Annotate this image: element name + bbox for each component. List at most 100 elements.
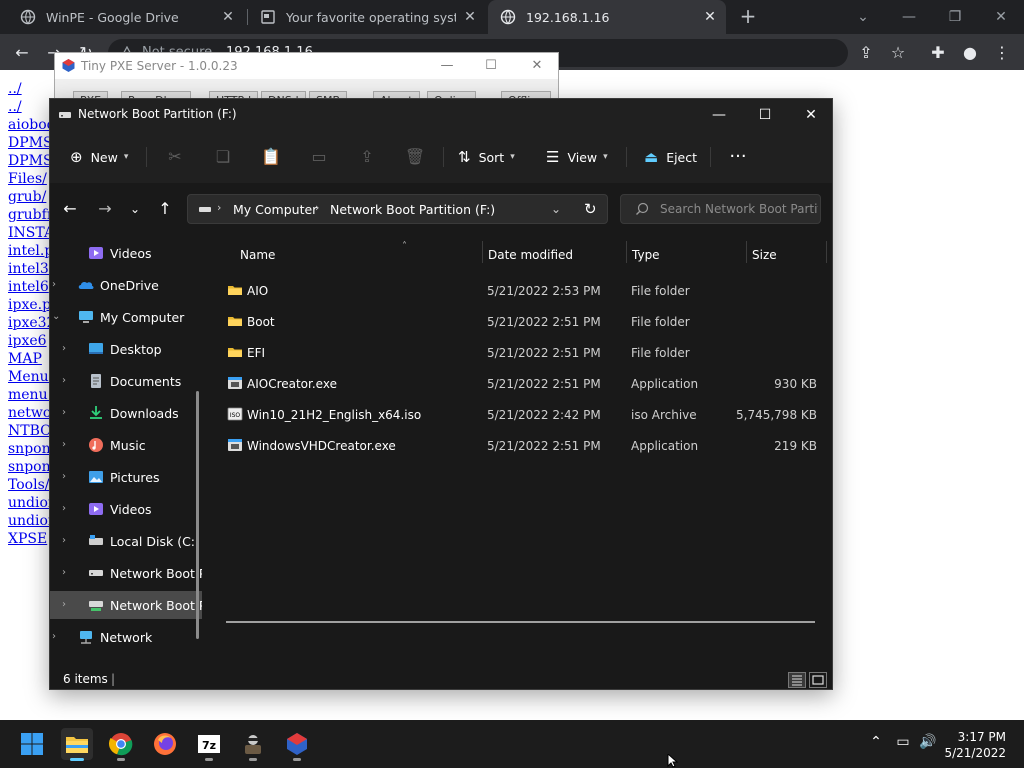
eject-button[interactable]: ⏏ Eject <box>644 145 697 169</box>
horizontal-scrollbar[interactable] <box>226 621 815 623</box>
breadcrumb-my-computer[interactable]: My Computer <box>233 202 317 217</box>
close-tab-icon[interactable]: ✕ <box>702 9 718 25</box>
delete-icon[interactable]: 🗑 <box>403 145 427 169</box>
sidebar-item-network-boot-partition-f[interactable]: › Network Boot Partition (F:) <box>50 591 202 619</box>
bookmark-star-icon[interactable]: ☆ <box>886 41 910 65</box>
up-icon[interactable]: ↑ <box>153 197 177 221</box>
chevron-right-icon[interactable]: › <box>62 375 66 386</box>
details-view-icon[interactable] <box>788 672 806 688</box>
start-icon[interactable] <box>16 728 48 760</box>
sidebar-item-downloads[interactable]: › Downloads <box>50 399 202 427</box>
column-header-date[interactable]: Date modified <box>488 243 573 267</box>
listing-link[interactable]: ../ <box>8 99 22 115</box>
tinypxe-icon[interactable] <box>281 728 313 761</box>
file-row[interactable]: AIO 5/21/2022 2:53 PM File folder <box>224 275 824 306</box>
maximize-icon[interactable]: ☐ <box>481 56 501 76</box>
aiocreator-icon[interactable] <box>237 728 269 761</box>
more-options-icon[interactable]: ··· <box>726 145 750 169</box>
column-header-type[interactable]: Type <box>632 243 660 267</box>
minimize-icon[interactable]: — <box>706 103 732 127</box>
column-divider[interactable] <box>826 241 827 263</box>
chevron-down-icon[interactable]: ⌄ <box>551 202 561 216</box>
chevron-right-icon[interactable]: › <box>62 343 66 354</box>
file-row[interactable]: AIOCreator.exe 5/21/2022 2:51 PM Applicati… <box>224 368 824 399</box>
chevron-right-icon[interactable]: › <box>52 631 56 642</box>
listing-link[interactable]: Tools/ <box>8 477 50 493</box>
sidebar-item-onedrive[interactable]: › OneDrive <box>50 271 202 299</box>
column-divider[interactable] <box>482 241 483 263</box>
listing-link[interactable]: snpon <box>8 459 51 475</box>
listing-link[interactable]: MAP <box>8 351 42 367</box>
extensions-icon[interactable]: ✚ <box>926 41 950 65</box>
chevron-right-icon[interactable]: › <box>52 279 56 290</box>
7zip-icon[interactable]: 7z <box>193 728 225 761</box>
listing-link[interactable]: grub/ <box>8 189 46 205</box>
listing-link[interactable]: NTBO <box>8 423 52 439</box>
recent-locations-icon[interactable]: ⌄ <box>123 197 147 221</box>
listing-link[interactable]: ipxe.p <box>8 297 51 313</box>
maximize-icon[interactable]: ☐ <box>752 103 778 127</box>
minimize-icon[interactable]: — <box>437 56 457 76</box>
refresh-icon[interactable]: ↻ <box>584 200 597 218</box>
tab-192-168-1-16[interactable]: 192.168.1.16 ✕ <box>488 0 726 34</box>
close-tab-icon[interactable]: ✕ <box>462 9 478 25</box>
sidebar-item-network[interactable]: › Network <box>50 623 202 651</box>
listing-link[interactable]: DPMS <box>8 135 53 151</box>
sidebar-item-local-disk-c[interactable]: › Local Disk (C:) <box>50 527 202 555</box>
listing-link[interactable]: Files/ <box>8 171 47 187</box>
close-icon[interactable]: ✕ <box>527 56 547 76</box>
menu-icon[interactable]: ⋮ <box>990 41 1014 65</box>
paste-icon[interactable]: 📋 <box>259 145 283 169</box>
chrome-icon[interactable] <box>105 728 137 761</box>
column-header-size[interactable]: Size <box>752 243 777 267</box>
new-button[interactable]: ⊕ New ▾ <box>70 145 128 169</box>
tab-search-icon[interactable]: ⌄ <box>852 6 874 28</box>
show-hidden-icons-icon[interactable]: ⌃ <box>866 734 886 750</box>
listing-link[interactable]: snpon <box>8 441 51 457</box>
listing-link[interactable]: grubfr <box>8 207 54 223</box>
clock[interactable]: 3:17 PM 5/21/2022 <box>944 729 1006 761</box>
sidebar-item-my-computer[interactable]: ⌄ My Computer <box>50 303 202 331</box>
close-icon[interactable]: ✕ <box>798 103 824 127</box>
chevron-right-icon[interactable]: › <box>62 471 66 482</box>
listing-link[interactable]: Menu. <box>8 369 53 385</box>
tab-operating-systems[interactable]: Your favorite operating systems ✕ <box>248 0 486 34</box>
volume-icon[interactable]: 🔊 <box>918 734 938 750</box>
listing-link[interactable]: menu. <box>8 387 52 403</box>
column-divider[interactable] <box>746 241 747 263</box>
share-icon[interactable]: ⇪ <box>355 145 379 169</box>
forward-icon[interactable]: → <box>93 197 117 221</box>
sidebar-item-videos[interactable]: Videos <box>50 239 202 267</box>
share-icon[interactable]: ⇪ <box>854 41 878 65</box>
large-icons-view-icon[interactable] <box>809 672 827 688</box>
file-explorer-icon[interactable] <box>61 728 93 761</box>
file-row[interactable]: WindowsVHDCreator.exe 5/21/2022 2:51 PM Ap… <box>224 430 824 461</box>
chevron-down-icon[interactable]: ⌄ <box>52 311 60 322</box>
network-icon[interactable]: ▭ <box>893 734 913 750</box>
profile-icon[interactable]: ● <box>958 41 982 65</box>
sidebar-item-documents[interactable]: › Documents <box>50 367 202 395</box>
explorer-address-bar[interactable]: › My Computer › Network Boot Partition (… <box>187 194 608 224</box>
back-icon[interactable]: ← <box>58 197 82 221</box>
breadcrumb-network-boot-partition[interactable]: Network Boot Partition (F:) <box>330 202 495 217</box>
view-button[interactable]: ☰ View ▾ <box>546 145 608 169</box>
copy-icon[interactable]: ❏ <box>211 145 235 169</box>
sidebar-item-videos[interactable]: › Videos <box>50 495 202 523</box>
file-row[interactable]: ISO Win10_21H2_English_x64.iso 5/21/2022 2… <box>224 399 824 430</box>
listing-link[interactable]: ../ <box>8 81 22 97</box>
listing-link[interactable]: intel6 <box>8 279 49 295</box>
close-tab-icon[interactable]: ✕ <box>220 9 236 25</box>
sidebar-item-pictures[interactable]: › Pictures <box>50 463 202 491</box>
chevron-right-icon[interactable]: › <box>62 439 66 450</box>
close-window-icon[interactable]: ✕ <box>990 6 1012 28</box>
file-row[interactable]: EFI 5/21/2022 2:51 PM File folder <box>224 337 824 368</box>
column-header-name[interactable]: Name <box>240 243 275 267</box>
search-input[interactable]: Search Network Boot Partition (F:) <box>620 194 821 224</box>
listing-link[interactable]: ipxe6 <box>8 333 47 349</box>
chevron-right-icon[interactable]: › <box>62 567 66 578</box>
listing-link[interactable]: DPMS <box>8 153 53 169</box>
column-divider[interactable] <box>626 241 627 263</box>
file-row[interactable]: Boot 5/21/2022 2:51 PM File folder <box>224 306 824 337</box>
firefox-icon[interactable] <box>149 728 181 760</box>
chevron-right-icon[interactable]: › <box>62 503 66 514</box>
